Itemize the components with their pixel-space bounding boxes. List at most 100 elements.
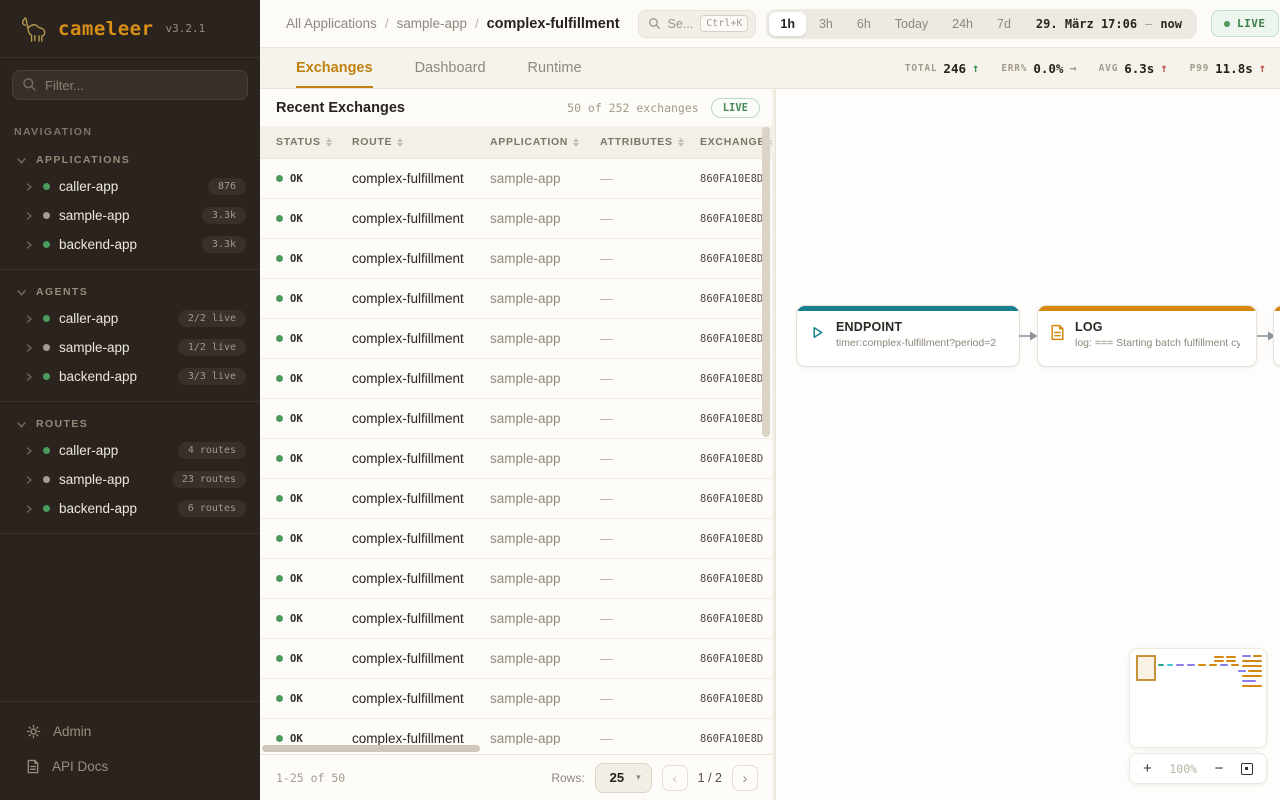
- column-header-route[interactable]: ROUTE: [352, 136, 490, 148]
- flow-node-endpoint[interactable]: ENDPOINTtimer:complex-fulfillment?period…: [796, 305, 1020, 367]
- table-row[interactable]: OKcomplex-fulfillmentsample-app—860FA10E…: [260, 199, 772, 239]
- table-row[interactable]: OKcomplex-fulfillmentsample-app—860FA10E…: [260, 359, 772, 399]
- flow-node-log[interactable]: LOGlog: === Starting batch fulfillment c…: [1037, 305, 1257, 367]
- time-range-3h[interactable]: 3h: [808, 12, 844, 36]
- sort-icon: [678, 138, 684, 147]
- table-row[interactable]: OKcomplex-fulfillmentsample-app—860FA10E…: [260, 719, 772, 745]
- sidebar-item-label: backend-app: [59, 501, 169, 516]
- tab-dashboard[interactable]: Dashboard: [415, 48, 486, 88]
- time-range-1h[interactable]: 1h: [769, 12, 806, 36]
- time-range-7d[interactable]: 7d: [986, 12, 1022, 36]
- sidebar-item-admin[interactable]: Admin: [0, 714, 260, 749]
- zoom-out-button[interactable]: −: [1215, 761, 1224, 776]
- date-start: 29. März 17:06: [1036, 17, 1137, 31]
- minimap[interactable]: [1129, 648, 1267, 748]
- table-row[interactable]: OKcomplex-fulfillmentsample-app—860FA10E…: [260, 479, 772, 519]
- status-cell: OK: [276, 173, 352, 185]
- zoom-in-button[interactable]: +: [1143, 761, 1152, 776]
- stat-err: ERR%0.0%→: [1001, 61, 1076, 76]
- minimap-viewport[interactable]: [1136, 655, 1156, 681]
- column-header-application[interactable]: APPLICATION: [490, 136, 600, 148]
- route-flow-canvas[interactable]: ENDPOINTtimer:complex-fulfillment?period…: [775, 89, 1280, 800]
- status-cell: OK: [276, 533, 352, 545]
- minimap-node-mark: [1242, 665, 1262, 667]
- chevron-left-icon: ‹: [672, 770, 677, 786]
- minimap-node-mark: [1253, 655, 1262, 657]
- time-range-today[interactable]: Today: [884, 12, 939, 36]
- sidebar-item-caller-app[interactable]: caller-app876: [0, 172, 260, 201]
- sidebar-item-backend-app[interactable]: backend-app3.3k: [0, 230, 260, 259]
- horizontal-scrollbar[interactable]: [262, 745, 480, 752]
- time-range-6h[interactable]: 6h: [846, 12, 882, 36]
- vertical-scrollbar[interactable]: [762, 127, 770, 437]
- section-header-applications[interactable]: APPLICATIONS: [0, 144, 260, 172]
- column-header-attributes[interactable]: ATTRIBUTES: [600, 136, 700, 148]
- route-cell: complex-fulfillment: [352, 371, 490, 386]
- table-row[interactable]: OKcomplex-fulfillmentsample-app—860FA10E…: [260, 239, 772, 279]
- filter-input[interactable]: [12, 70, 248, 100]
- application-cell: sample-app: [490, 651, 600, 666]
- flow-node-partial[interactable]: [1273, 305, 1280, 367]
- sidebar-item-caller-app[interactable]: caller-app4 routes: [0, 436, 260, 465]
- time-range-24h[interactable]: 24h: [941, 12, 984, 36]
- sidebar-item-label: backend-app: [59, 369, 169, 384]
- table-row[interactable]: OKcomplex-fulfillmentsample-app—860FA10E…: [260, 439, 772, 479]
- rows-per-page-select[interactable]: 25 ▾: [595, 763, 652, 793]
- breadcrumb-current: complex-fulfillment: [487, 16, 620, 32]
- exchange-id-cell: 860FA10E8D: [700, 653, 772, 665]
- column-header-status[interactable]: STATUS: [276, 136, 352, 148]
- stat-label: P99: [1190, 63, 1210, 74]
- exchanges-count: 50 of 252 exchanges: [567, 101, 699, 115]
- section-header-routes[interactable]: ROUTES: [0, 408, 260, 436]
- nav-sections: APPLICATIONScaller-app876sample-app3.3kb…: [0, 138, 260, 534]
- sidebar-item-sample-app[interactable]: sample-app23 routes: [0, 465, 260, 494]
- breadcrumb-sample-app[interactable]: sample-app: [396, 16, 467, 31]
- minimap-node-mark: [1167, 664, 1173, 666]
- table-row[interactable]: OKcomplex-fulfillmentsample-app—860FA10E…: [260, 159, 772, 199]
- sidebar-item-caller-app[interactable]: caller-app2/2 live: [0, 304, 260, 333]
- live-label: LIVE: [1237, 17, 1266, 30]
- search-placeholder: Se...: [668, 17, 694, 31]
- stat-total: TOTAL246↑: [905, 61, 979, 76]
- global-search[interactable]: Se... Ctrl+K: [638, 10, 757, 38]
- date-range[interactable]: 29. März 17:06 – now: [1036, 17, 1182, 31]
- status-cell: OK: [276, 253, 352, 265]
- sidebar-item-sample-app[interactable]: sample-app3.3k: [0, 201, 260, 230]
- tab-runtime[interactable]: Runtime: [528, 48, 582, 88]
- sidebar-item-api-docs[interactable]: API Docs: [0, 749, 260, 784]
- table-row[interactable]: OKcomplex-fulfillmentsample-app—860FA10E…: [260, 639, 772, 679]
- column-label: APPLICATION: [490, 136, 568, 148]
- nav-section-agents: AGENTScaller-app2/2 livesample-app1/2 li…: [0, 270, 260, 402]
- sidebar-item-sample-app[interactable]: sample-app1/2 live: [0, 333, 260, 362]
- table-row[interactable]: OKcomplex-fulfillmentsample-app—860FA10E…: [260, 519, 772, 559]
- section-header-agents[interactable]: AGENTS: [0, 276, 260, 304]
- node-title: LOG: [1075, 320, 1240, 334]
- application-cell: sample-app: [490, 291, 600, 306]
- next-page-button[interactable]: ›: [732, 765, 758, 791]
- status-cell: OK: [276, 493, 352, 505]
- minimap-node-mark: [1158, 664, 1164, 666]
- fit-view-icon[interactable]: [1241, 763, 1253, 775]
- table-row[interactable]: OKcomplex-fulfillmentsample-app—860FA10E…: [260, 399, 772, 439]
- tab-exchanges[interactable]: Exchanges: [296, 48, 373, 88]
- table-row[interactable]: OKcomplex-fulfillmentsample-app—860FA10E…: [260, 319, 772, 359]
- status-cell: OK: [276, 733, 352, 745]
- table-row[interactable]: OKcomplex-fulfillmentsample-app—860FA10E…: [260, 279, 772, 319]
- attributes-cell: —: [600, 571, 700, 586]
- table-row[interactable]: OKcomplex-fulfillmentsample-app—860FA10E…: [260, 559, 772, 599]
- stat-label: TOTAL: [905, 63, 938, 74]
- status-dot-icon: [43, 505, 50, 512]
- live-toggle[interactable]: LIVE: [1211, 10, 1279, 37]
- minimap-node-mark: [1198, 664, 1206, 666]
- sidebar: cameleer v3.2.1 NAVIGATION APPLICATIONSc…: [0, 0, 260, 800]
- status-dot-icon: [276, 335, 283, 342]
- minimap-node-mark: [1214, 660, 1224, 662]
- status-cell: OK: [276, 213, 352, 225]
- sidebar-item-backend-app[interactable]: backend-app6 routes: [0, 494, 260, 523]
- table-row[interactable]: OKcomplex-fulfillmentsample-app—860FA10E…: [260, 679, 772, 719]
- table-row[interactable]: OKcomplex-fulfillmentsample-app—860FA10E…: [260, 599, 772, 639]
- sidebar-item-label: Admin: [53, 724, 91, 739]
- breadcrumb-all-applications[interactable]: All Applications: [286, 16, 377, 31]
- prev-page-button[interactable]: ‹: [662, 765, 688, 791]
- sidebar-item-backend-app[interactable]: backend-app3/3 live: [0, 362, 260, 391]
